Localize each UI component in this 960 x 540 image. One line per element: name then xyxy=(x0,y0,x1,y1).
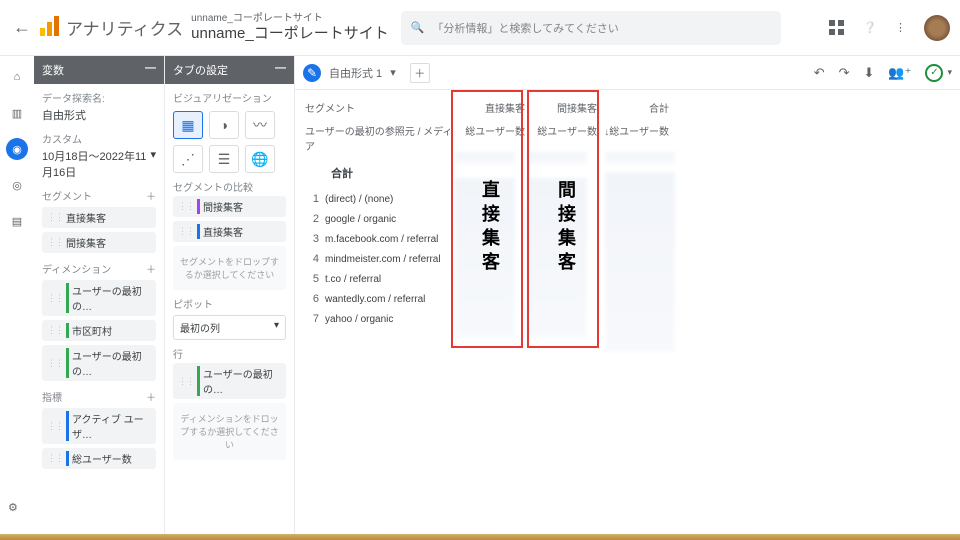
analytics-logo-icon xyxy=(40,16,60,39)
add-dimension-icon[interactable]: ＋ xyxy=(146,261,156,276)
back-arrow-icon[interactable]: ← xyxy=(10,17,34,38)
footer-accent xyxy=(0,534,960,540)
metric-chip[interactable]: ⋮⋮総ユーザー数 xyxy=(42,448,156,469)
chevron-down-icon[interactable]: ▾ xyxy=(390,66,396,79)
annotation-indirect: 間接集客 xyxy=(553,180,579,276)
tab-settings-panel: タブの設定— ビジュアリゼーション ▦ ◑ 〰 ⋰ ☰ 🌐 セグメントの比較 ⋮… xyxy=(164,56,294,534)
avatar[interactable] xyxy=(924,15,950,41)
chevron-down-icon: ▾ xyxy=(274,320,279,335)
add-segment-icon[interactable]: ＋ xyxy=(146,188,156,203)
collapse-icon[interactable]: — xyxy=(275,62,286,78)
menu-icon[interactable]: ⋮ xyxy=(895,21,906,34)
apps-icon[interactable] xyxy=(829,20,845,36)
search-icon: 🔍 xyxy=(411,21,425,34)
dimension-chip[interactable]: ⋮⋮ユーザーの最初の… xyxy=(42,280,156,316)
explore-icon[interactable]: ◉ xyxy=(6,138,28,160)
topbar: ← アナリティクス unname_コーポレートサイト unname_コーポレート… xyxy=(0,0,960,56)
configure-icon[interactable]: ▤ xyxy=(6,210,28,232)
left-nav-rail: ⌂ ▥ ◉ ◎ ▤ xyxy=(0,56,34,534)
table-row[interactable]: m.facebook.com / referral xyxy=(325,234,438,245)
download-icon[interactable]: ⬇ xyxy=(864,65,875,81)
metric-chip[interactable]: ⋮⋮アクティブ ユーザ… xyxy=(42,408,156,444)
breadcrumb[interactable]: unname_コーポレートサイト unname_コーポレートサイト xyxy=(191,13,389,43)
tab-name[interactable]: 自由形式 1 xyxy=(329,65,382,81)
reports-icon[interactable]: ▥ xyxy=(6,102,28,124)
add-tab-button[interactable]: ＋ xyxy=(410,63,430,83)
annotation-direct: 直接集客 xyxy=(477,180,503,276)
add-metric-icon[interactable]: ＋ xyxy=(146,389,156,404)
redo-icon[interactable]: ↷ xyxy=(839,65,850,81)
viz-scatter-button[interactable]: ⋰ xyxy=(173,145,203,173)
status-ok-icon[interactable]: ✓ xyxy=(925,64,943,82)
row-dimension-chip[interactable]: ⋮⋮ユーザーの最初の… xyxy=(173,363,286,399)
table-row[interactable]: wantedly.com / referral xyxy=(325,294,425,305)
help-icon[interactable]: ❔ xyxy=(863,21,877,34)
viz-table-button[interactable]: ▦ xyxy=(173,111,203,139)
exploration-canvas: ✎ 自由形式 1 ▾ ＋ ↶ ↷ ⬇ 👥⁺ ✓ ▾ セグメント 直接集客 間接集… xyxy=(294,56,960,534)
admin-gear-icon[interactable]: ⚙ xyxy=(8,501,18,514)
app-title: アナリティクス xyxy=(66,15,183,40)
dimension-dropzone[interactable]: ディメンションをドロップするか選択してください xyxy=(173,403,286,460)
table-row[interactable]: mindmeister.com / referral xyxy=(325,254,441,265)
segment-dropzone[interactable]: セグメントをドロップするか選択してください xyxy=(173,246,286,290)
table-row[interactable]: google / organic xyxy=(325,214,396,225)
pivot-select[interactable]: 最初の列▾ xyxy=(173,315,286,340)
compare-chip[interactable]: ⋮⋮間接集客 xyxy=(173,196,286,217)
table-row[interactable]: (direct) / (none) xyxy=(325,194,393,205)
viz-line-button[interactable]: 〰 xyxy=(245,111,275,139)
advertising-icon[interactable]: ◎ xyxy=(6,174,28,196)
segment-chip[interactable]: ⋮⋮直接集客 xyxy=(42,207,156,228)
segment-chip[interactable]: ⋮⋮間接集客 xyxy=(42,232,156,253)
tab-badge-icon: ✎ xyxy=(303,64,321,82)
undo-icon[interactable]: ↶ xyxy=(814,65,825,81)
date-range-selector[interactable]: 10月18日～2022年11月16日 xyxy=(42,148,150,180)
compare-chip[interactable]: ⋮⋮直接集客 xyxy=(173,221,286,242)
search-input[interactable]: 🔍 「分析情報」と検索してみてください xyxy=(401,11,781,45)
table-row[interactable]: t.co / referral xyxy=(325,274,381,285)
share-icon[interactable]: 👥⁺ xyxy=(888,65,911,81)
table-row[interactable]: yahoo / organic xyxy=(325,314,393,325)
variables-panel: 変数— データ探索名: 自由形式 カスタム 10月18日～2022年11月16日… xyxy=(34,56,164,534)
viz-bar-button[interactable]: ☰ xyxy=(209,145,239,173)
collapse-icon[interactable]: — xyxy=(145,62,156,78)
home-icon[interactable]: ⌂ xyxy=(6,66,28,88)
dimension-chip[interactable]: ⋮⋮市区町村 xyxy=(42,320,156,341)
chevron-down-icon: ▾ xyxy=(150,148,156,180)
chevron-down-icon: ▾ xyxy=(947,67,952,78)
viz-geo-button[interactable]: 🌐 xyxy=(245,145,275,173)
viz-donut-button[interactable]: ◑ xyxy=(209,111,239,139)
dimension-chip[interactable]: ⋮⋮ユーザーの最初の… xyxy=(42,345,156,381)
